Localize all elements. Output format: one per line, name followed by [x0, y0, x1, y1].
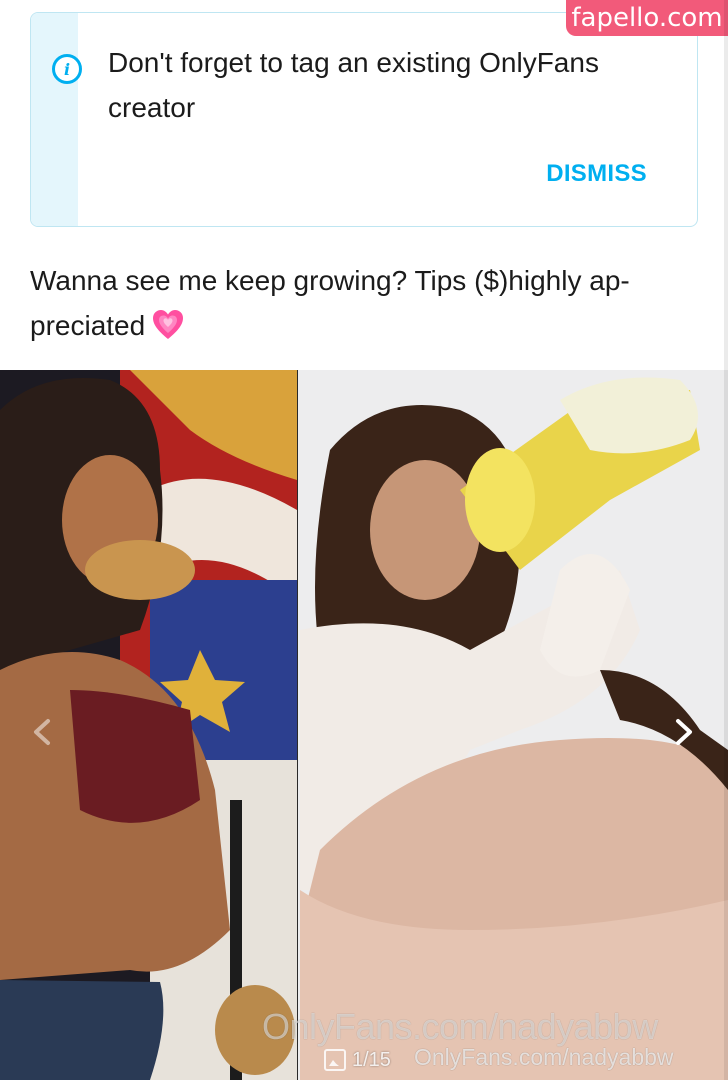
watermark-large: OnlyFans.com/nadyabbw — [262, 1006, 658, 1047]
chevron-right-icon[interactable] — [666, 715, 700, 749]
notice-message: Don't forget to tag an existing OnlyFans… — [108, 47, 599, 123]
caption-text: Wanna see me keep growing? Tips ($)highl… — [30, 265, 630, 341]
watermark-small: OnlyFans.com/nadyabbw — [414, 1044, 674, 1070]
post-media-gallery[interactable]: OnlyFans.com/nadyabbw 1/15 OnlyFans.com/… — [0, 370, 728, 1080]
info-icon: i — [52, 54, 82, 84]
gallery-photo-collage — [0, 370, 728, 1080]
notice-stripe — [31, 13, 78, 226]
site-badge[interactable]: fapello.com — [566, 0, 728, 36]
right-photo — [298, 370, 728, 1080]
tag-creator-notice: i Don't forget to tag an existing OnlyFa… — [30, 12, 698, 227]
media-counter-text: 1/15 — [352, 1048, 391, 1071]
post-caption: Wanna see me keep growing? Tips ($)highl… — [30, 258, 680, 348]
growing-heart-icon — [153, 310, 184, 339]
scrollbar[interactable] — [724, 0, 728, 1080]
media-counter: 1/15 — [324, 1040, 391, 1080]
chevron-left-icon[interactable] — [26, 715, 60, 749]
dismiss-button[interactable]: DISMISS — [546, 160, 647, 188]
image-icon — [324, 1049, 346, 1071]
